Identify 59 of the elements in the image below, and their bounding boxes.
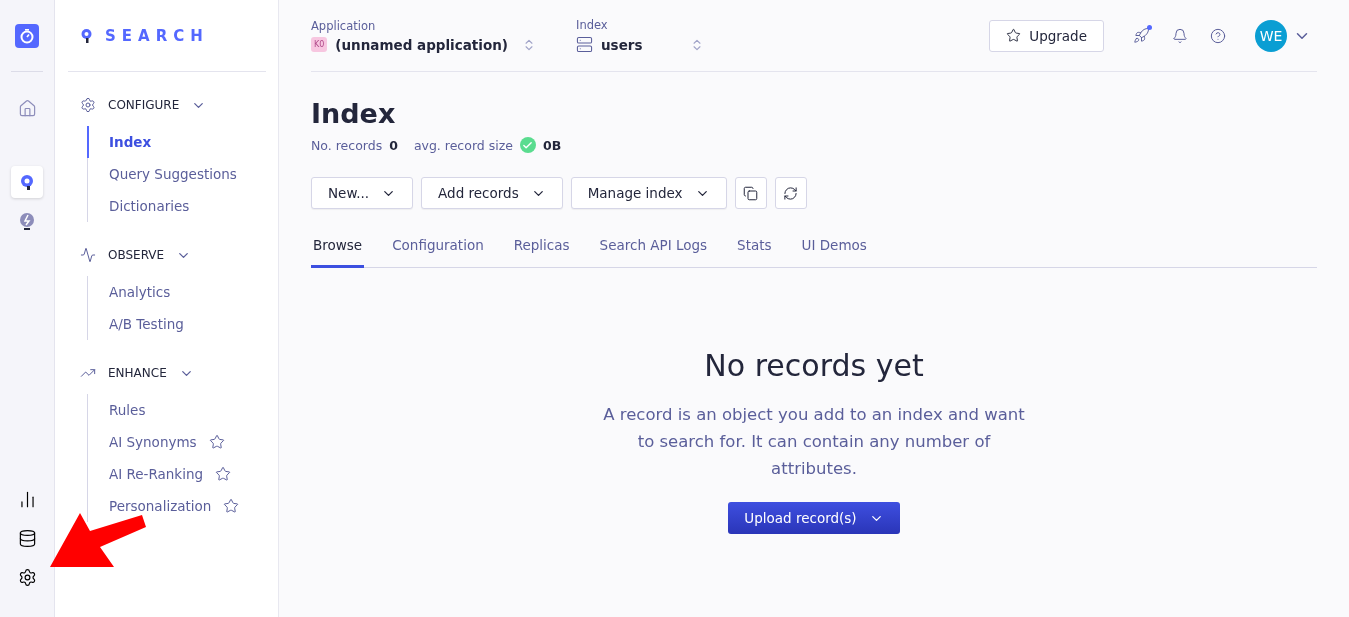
application-picker[interactable]: (unnamed application) [335,36,508,53]
tab[interactable]: Search API Logs [597,237,710,268]
app-logo-icon[interactable] [15,24,39,48]
star-icon [1006,28,1022,43]
product-logo: SEARCH [105,26,209,45]
settings-icon [80,97,96,113]
empty-description: A record is an object you add to an index and want to search for. It can contain any number of attributes. [602,404,1026,480]
sidebar-item[interactable]: Personalization [87,490,266,522]
sidebar-item[interactable]: AI Re-Ranking [87,458,266,490]
tab[interactable]: Stats [735,237,774,268]
dropdown-button[interactable]: Manage index [570,177,727,209]
page-title: Index [311,98,397,129]
star-icon [215,466,232,482]
tab[interactable]: Replicas [511,237,572,268]
stat-label: avg. record size [413,137,513,153]
sidebar-item[interactable]: Rules [87,394,266,426]
home-icon [17,98,37,118]
rail-button[interactable] [11,166,43,198]
index-picker[interactable]: users [601,36,643,53]
check-icon [519,137,536,153]
refresh-icon [783,185,799,201]
field-label: Index [576,18,609,32]
field-label: Application [311,18,377,33]
star-icon [223,498,240,514]
dropdown-button[interactable]: New... [311,177,414,209]
sidebar-item[interactable]: Analytics [87,276,266,308]
sidebar-item[interactable]: Query Suggestions [87,158,266,190]
upload-button[interactable]: Upload record(s) [728,502,900,534]
tab[interactable]: Configuration [390,237,486,268]
tab[interactable]: Browse [311,237,365,268]
dropdown-button[interactable]: Add records [421,177,563,209]
stat-value: 0 [389,137,398,153]
rocket-icon[interactable] [1133,27,1150,44]
sidebar-item[interactable]: Index [87,126,266,158]
copy-button[interactable] [734,177,767,209]
copy-icon [743,185,759,201]
app-badge: K0 [311,37,328,52]
sidebar-item[interactable]: Dictionaries [87,190,266,222]
lightbulb-icon [18,212,36,232]
sidebar-item[interactable]: AI Synonyms [87,426,266,458]
magnifier-icon [18,173,36,191]
sidebar-item[interactable]: A/B Testing [87,308,266,340]
magnifier-icon [80,27,93,44]
pulse-icon [80,247,96,263]
section-title[interactable]: CONFIGURE [108,98,180,112]
server-icon [576,36,593,53]
database-icon[interactable] [17,529,37,548]
upgrade-button[interactable]: Upgrade [989,19,1104,52]
bell-icon[interactable] [1172,27,1188,44]
help-icon[interactable] [1210,27,1226,44]
star-icon [208,434,225,450]
empty-title: No records yet [704,348,924,383]
refresh-button[interactable] [774,177,807,209]
section-title[interactable]: OBSERVE [108,248,165,262]
tab[interactable]: UI Demos [799,237,869,268]
section-title[interactable]: ENHANCE [108,366,167,380]
stat-label: No. records [311,137,383,153]
stat-value: 0B [542,137,562,153]
settings-icon[interactable] [17,568,37,587]
